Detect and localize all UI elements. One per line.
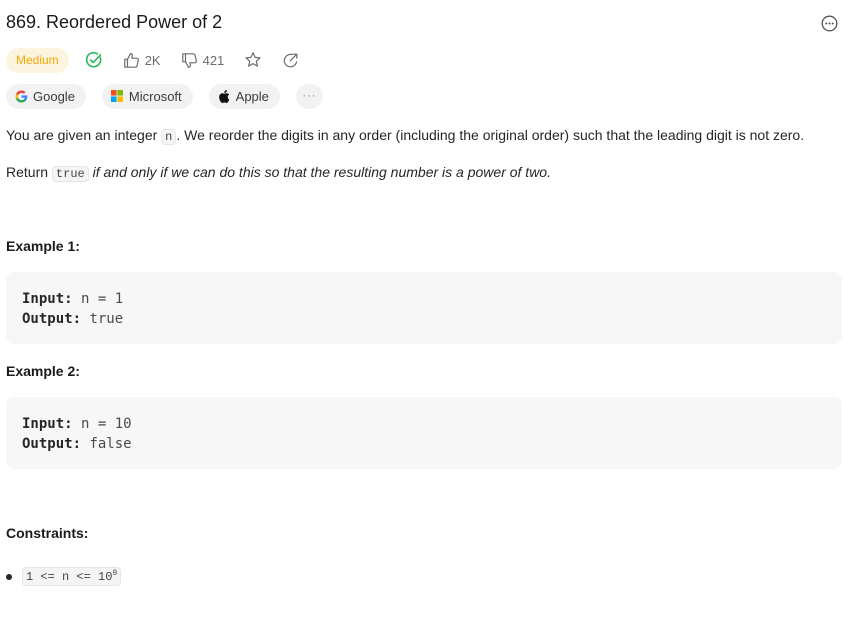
problem-title[interactable]: 869. Reordered Power of 2 [6,12,222,33]
constraint-base: 1 <= n <= 10 [26,570,113,584]
star-icon [244,51,262,69]
output-label: Output: [22,436,82,452]
thumbs-up-icon [123,52,140,69]
solved-check-icon [85,51,103,69]
solved-status [85,51,103,69]
example-1-block: Input: n = 1 Output: true [6,272,842,344]
company-name: Microsoft [128,88,182,104]
meta-row: Medium 2K 421 [6,47,319,73]
company-tags: Google Microsoft Apple ··· [6,83,339,109]
output-label: Output: [22,311,82,327]
description-paragraph-1: You are given an integer n. We reorder t… [6,125,804,147]
constraint-exponent: 9 [112,569,118,578]
company-tag-apple[interactable]: Apple [208,83,280,109]
company-tag-google[interactable]: Google [6,83,86,109]
output-value: false [81,436,132,452]
inline-code-n: n [161,129,177,145]
dislike-button[interactable]: 421 [181,52,225,69]
description-paragraph-2: Return true if and only if we can do thi… [6,162,551,184]
difficulty-badge[interactable]: Medium [6,47,69,73]
like-count: 2K [144,52,161,68]
like-button[interactable]: 2K [123,52,161,69]
example-2-output: Output: false [22,434,826,454]
input-label: Input: [22,416,73,432]
example-2-block: Input: n = 10 Output: false [6,397,842,469]
example-2-heading: Example 2: [6,363,80,379]
more-companies-button[interactable]: ··· [295,83,323,109]
title-row: 869. Reordered Power of 2 [6,10,846,36]
example-2-input: Input: n = 10 [22,414,826,434]
example-1-heading: Example 1: [6,238,80,254]
inline-code-true: true [51,166,89,182]
dislike-count: 421 [202,52,225,68]
input-value: n = 10 [72,416,132,432]
bullet-dot [6,573,12,580]
share-icon [282,52,299,69]
description-text: Return [6,164,52,180]
favorite-button[interactable] [244,51,262,69]
input-label: Input: [22,291,73,307]
description-text: You are given an integer [6,127,162,143]
description-italic-text: if and only if we can do this so that th… [88,164,551,180]
constraint-item: 1 <= n <= 109 [6,567,122,586]
description-text: . We reorder the digits in any order (in… [176,127,805,143]
thumbs-down-icon [181,52,198,69]
more-options-icon[interactable] [820,14,838,32]
input-value: n = 1 [72,291,124,307]
company-name: Apple [235,88,269,104]
company-name: Google [33,88,75,104]
microsoft-logo-icon [110,89,124,103]
example-1-output: Output: true [22,309,826,329]
share-button[interactable] [282,52,299,69]
apple-logo-icon [217,89,231,103]
output-value: true [81,311,124,327]
constraint-code: 1 <= n <= 109 [22,567,122,586]
google-logo-icon [14,89,28,103]
constraints-heading: Constraints: [6,525,89,541]
example-1-input: Input: n = 1 [22,289,826,309]
company-tag-microsoft[interactable]: Microsoft [101,83,193,109]
